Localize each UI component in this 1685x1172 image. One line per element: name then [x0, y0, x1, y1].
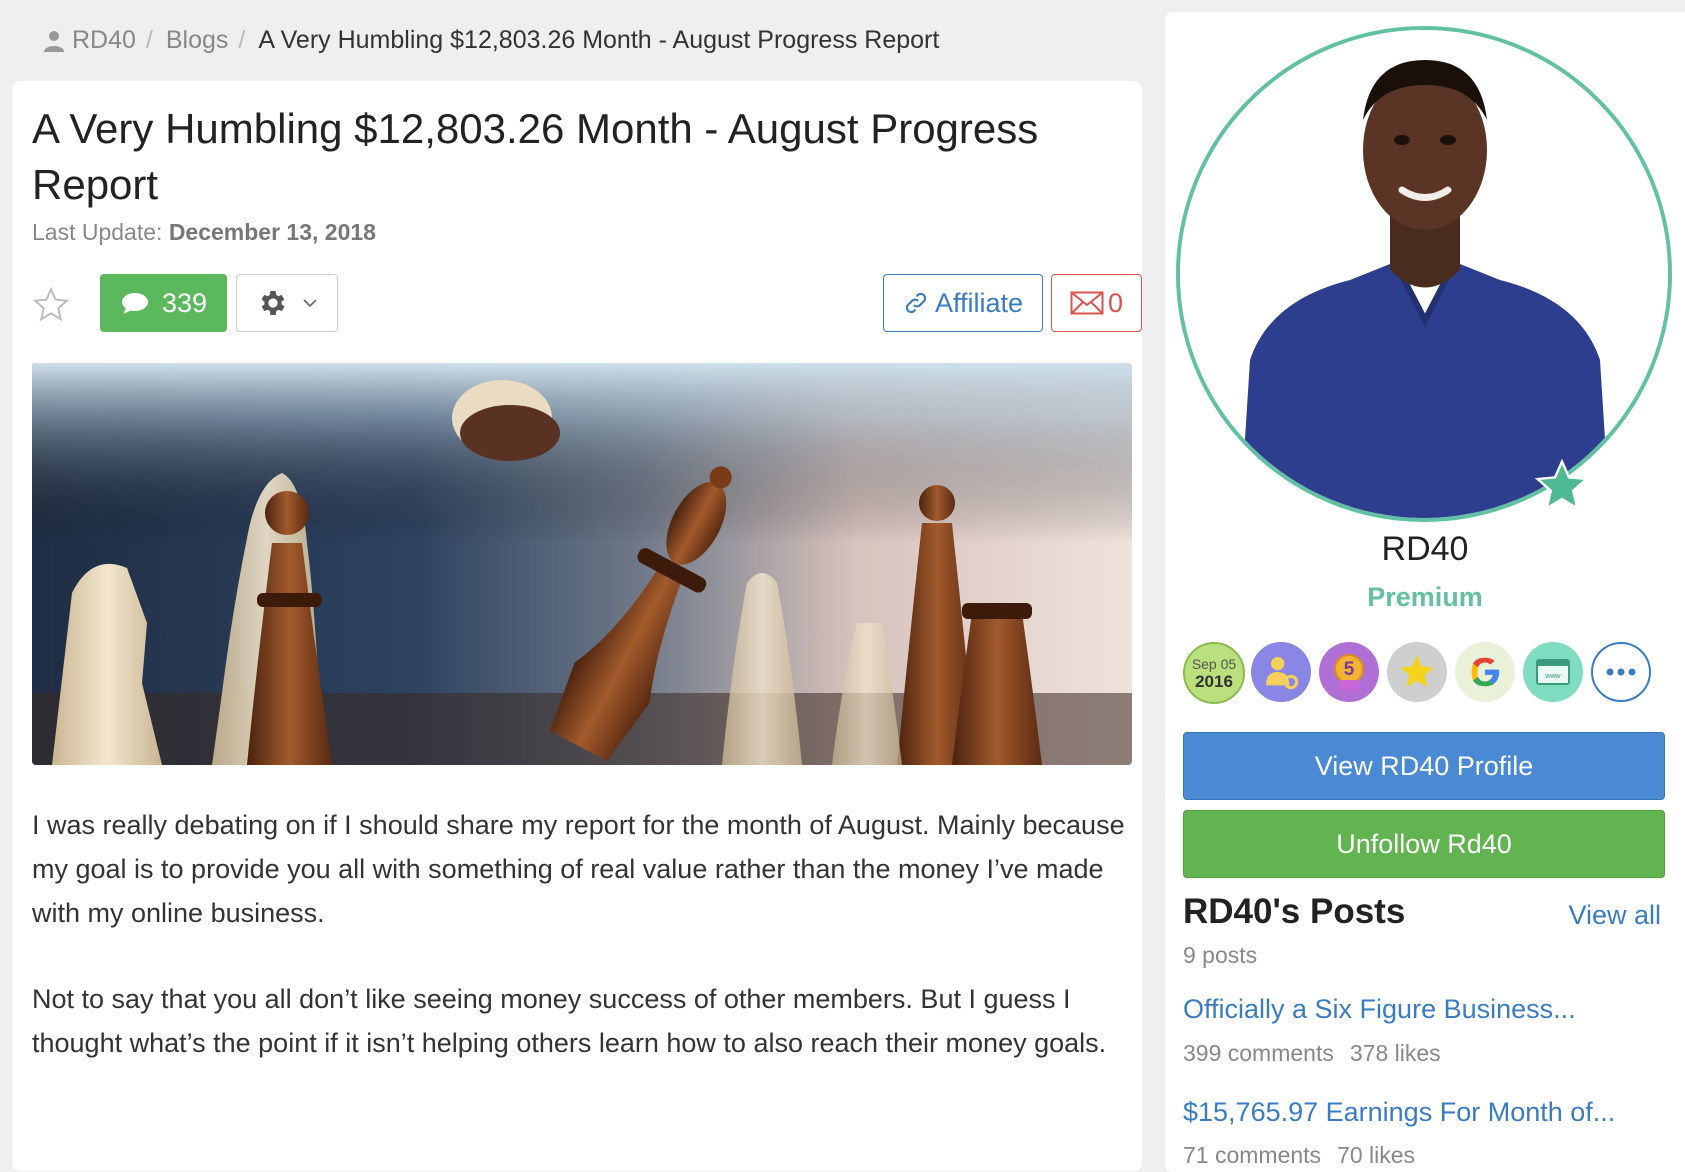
- breadcrumb-user-link[interactable]: RD40: [72, 26, 136, 55]
- posts-section-title: RD40's Posts: [1183, 892, 1406, 931]
- rank-badge[interactable]: 5: [1319, 642, 1379, 702]
- comment-count: 339: [161, 287, 208, 318]
- view-profile-button[interactable]: View RD40 Profile: [1183, 732, 1665, 800]
- post-body: I was really debating on if I should sha…: [32, 803, 1142, 1107]
- google-icon: [1471, 657, 1500, 687]
- last-update: Last Update: December 13, 2018: [32, 219, 376, 246]
- breadcrumb-separator: /: [145, 26, 153, 54]
- gear-icon: [261, 291, 285, 315]
- user-settings-badge[interactable]: [1251, 642, 1311, 702]
- post-likes-count: 70 likes: [1337, 1142, 1416, 1168]
- unfollow-button[interactable]: Unfollow Rd40: [1183, 810, 1665, 878]
- sidebar-post-meta: 399 comments 378 likes: [1183, 1040, 1441, 1067]
- user-icon: [44, 30, 64, 52]
- premium-star-icon: [1534, 458, 1590, 511]
- membership-level: Premium: [1367, 582, 1483, 612]
- rank-number: 5: [1343, 659, 1355, 680]
- avatar[interactable]: [1176, 26, 1672, 522]
- post-hero-image: [32, 363, 1132, 765]
- author-sidebar: RD40 Premium Sep 05 2016 5 www View RD40…: [1165, 12, 1685, 1172]
- breadcrumb-blogs-link[interactable]: Blogs: [166, 26, 229, 55]
- envelope-icon: [1070, 291, 1104, 315]
- post-toolbar: 339 Affiliate 0: [32, 274, 1142, 334]
- post-comments-count: 71 comments: [1183, 1142, 1322, 1168]
- post-paragraph: I was really debating on if I should sha…: [32, 810, 1125, 928]
- user-gear-icon: [1266, 657, 1299, 690]
- badge-date-year: 2016: [1195, 672, 1233, 691]
- join-date-badge[interactable]: Sep 05 2016: [1183, 642, 1245, 704]
- last-update-label: Last Update:: [32, 219, 163, 245]
- star-icon: [1400, 655, 1434, 687]
- post-comments-count: 399 comments: [1183, 1040, 1334, 1066]
- post-paragraph: Not to say that you all don’t like seein…: [32, 984, 1107, 1058]
- view-all-posts-link[interactable]: View all: [1568, 900, 1661, 931]
- settings-dropdown-button[interactable]: [236, 274, 338, 332]
- star-icon[interactable]: [32, 286, 70, 324]
- avatar-frame: [1176, 26, 1672, 522]
- avatar-photo: [1180, 30, 1668, 518]
- last-update-date: December 13, 2018: [168, 219, 376, 245]
- more-icon: [1606, 668, 1636, 676]
- message-count: 0: [1107, 287, 1124, 318]
- comment-icon: [121, 293, 148, 314]
- post-title: A Very Humbling $12,803.26 Month - Augus…: [32, 105, 1039, 208]
- www-icon: www: [1536, 659, 1570, 685]
- svg-text:www: www: [1544, 673, 1561, 680]
- posts-count: 9 posts: [1183, 942, 1258, 968]
- breadcrumb: RD40 / Blogs / A Very Humbling $12,803.2…: [42, 26, 939, 55]
- breadcrumb-current: A Very Humbling $12,803.26 Month - Augus…: [258, 26, 940, 54]
- sidebar-post-link[interactable]: Officially a Six Figure Business...: [1183, 994, 1576, 1025]
- comments-button[interactable]: 339: [100, 274, 227, 332]
- badge-date-month: Sep 05: [1191, 656, 1237, 672]
- affiliate-label: Affiliate: [934, 287, 1024, 318]
- post-card: A Very Humbling $12,803.26 Month - Augus…: [12, 81, 1142, 1171]
- profile-name: RD40: [1381, 530, 1469, 568]
- website-badge[interactable]: www: [1523, 642, 1583, 702]
- breadcrumb-separator: /: [238, 26, 246, 54]
- post-likes-count: 378 likes: [1349, 1040, 1441, 1066]
- google-badge[interactable]: [1455, 642, 1515, 702]
- chevron-down-icon: [303, 299, 317, 308]
- affiliate-button[interactable]: Affiliate: [883, 274, 1043, 332]
- link-icon: [905, 292, 927, 314]
- message-button[interactable]: 0: [1051, 274, 1142, 332]
- star-badge[interactable]: [1387, 642, 1447, 702]
- sidebar-post-link[interactable]: $15,765.97 Earnings For Month of...: [1183, 1097, 1615, 1128]
- more-badges-button[interactable]: [1591, 642, 1651, 702]
